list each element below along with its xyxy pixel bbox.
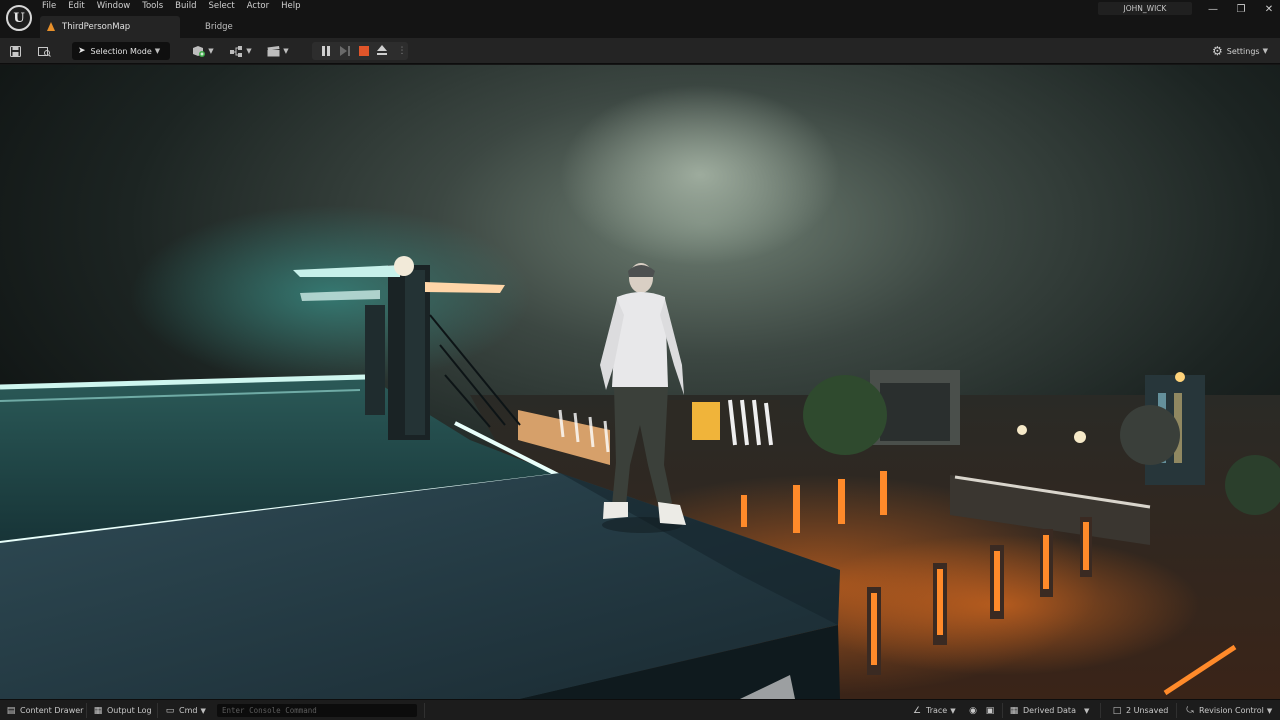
content-drawer-icon: ▤ xyxy=(6,705,16,716)
cmd-dropdown[interactable]: ▭ Cmd ▼ xyxy=(165,704,206,717)
record-icon: ◉ xyxy=(969,705,977,716)
menu-actor[interactable]: Actor xyxy=(241,0,275,14)
blueprint-nodes-icon xyxy=(230,45,243,57)
level-map-icon xyxy=(46,22,56,32)
pause-icon[interactable] xyxy=(320,45,332,57)
menu-file[interactable]: File xyxy=(36,0,62,14)
menu-build[interactable]: Build xyxy=(169,0,202,14)
viewport-scene xyxy=(0,65,1280,699)
save-icon xyxy=(9,45,21,57)
console-input[interactable] xyxy=(217,704,417,717)
restore-window-button[interactable]: ❐ xyxy=(1226,0,1256,18)
screenshot-button[interactable]: ▣ xyxy=(985,704,999,717)
output-log-icon: ▦ xyxy=(93,705,103,716)
chevron-down-icon: ▼ xyxy=(208,47,214,55)
close-window-button[interactable]: ✕ xyxy=(1254,0,1280,18)
unsaved-label: 2 Unsaved xyxy=(1126,706,1169,715)
menu-select[interactable]: Select xyxy=(203,0,241,14)
blueprints-button[interactable]: ▼ xyxy=(228,43,254,59)
unreal-logo-icon[interactable]: U xyxy=(6,5,32,31)
camera-icon: ▣ xyxy=(985,705,995,716)
title-bar: U File Edit Window Tools Build Select Ac… xyxy=(0,0,1280,38)
derived-data-dropdown[interactable]: ▦ Derived Data ▼ xyxy=(1009,704,1090,717)
trace-icon: ∠ xyxy=(912,705,922,716)
output-log-button[interactable]: ▦ Output Log xyxy=(93,704,152,717)
revision-control-icon: ⤿ xyxy=(1186,705,1194,716)
main-menu: File Edit Window Tools Build Select Acto… xyxy=(36,0,307,14)
play-controls: ⋮ xyxy=(312,42,408,60)
add-actor-button[interactable]: ▼ xyxy=(190,43,216,59)
minimize-icon: — xyxy=(1208,3,1218,15)
output-log-label: Output Log xyxy=(107,706,152,715)
close-icon: ✕ xyxy=(1264,3,1274,15)
cursor-arrow-icon: ➤ xyxy=(78,46,86,56)
derived-data-icon: ▦ xyxy=(1009,705,1019,716)
selection-mode-dropdown[interactable]: ➤ Selection Mode ▼ xyxy=(72,42,170,60)
record-button[interactable]: ◉ xyxy=(968,704,982,717)
mode-label: Selection Mode xyxy=(90,46,152,56)
console-command-field[interactable] xyxy=(217,704,417,717)
chevron-down-icon: ▼ xyxy=(154,47,161,55)
tab-label: ThirdPersonMap xyxy=(62,22,131,32)
chevron-down-icon: ▼ xyxy=(1083,706,1090,715)
chevron-down-icon: ▼ xyxy=(246,47,252,55)
save-button[interactable] xyxy=(8,43,22,59)
tab-bridge[interactable]: Bridge xyxy=(196,16,233,38)
menu-edit[interactable]: Edit xyxy=(62,0,90,14)
divider xyxy=(1176,703,1177,718)
restore-icon: ❐ xyxy=(1236,3,1246,15)
trace-label: Trace xyxy=(926,706,948,715)
divider xyxy=(1002,703,1003,718)
menu-help[interactable]: Help xyxy=(275,0,306,14)
menu-tools[interactable]: Tools xyxy=(136,0,169,14)
divider xyxy=(157,703,158,718)
chevron-down-icon: ▼ xyxy=(1266,706,1273,715)
clapperboard-icon xyxy=(267,45,280,56)
unsaved-file-icon: □ xyxy=(1112,705,1122,716)
add-cube-icon xyxy=(193,46,206,57)
stop-icon[interactable] xyxy=(358,45,370,57)
level-viewport[interactable] xyxy=(0,65,1280,699)
content-drawer-button[interactable]: ▤ Content Drawer xyxy=(6,704,84,717)
content-browser-icon xyxy=(37,46,51,57)
tab-third-person-map[interactable]: ThirdPersonMap xyxy=(40,16,180,38)
chevron-down-icon: ▼ xyxy=(1262,47,1268,55)
chevron-down-icon: ▼ xyxy=(200,706,206,715)
revision-control-label: Revision Control xyxy=(1199,706,1264,715)
content-drawer-label: Content Drawer xyxy=(20,706,84,715)
status-bar: ▤ Content Drawer ▦ Output Log ▭ Cmd ▼ ∠ … xyxy=(0,699,1280,720)
settings-label: Settings xyxy=(1226,46,1260,56)
minimize-window-button[interactable]: — xyxy=(1198,0,1228,18)
settings-button[interactable]: ⚙ Settings ▼ xyxy=(1212,43,1268,59)
cinematics-button[interactable]: ▼ xyxy=(265,43,291,59)
revision-control-button[interactable]: ⤿ Revision Control ▼ xyxy=(1185,704,1272,717)
eject-icon[interactable] xyxy=(376,45,388,57)
chevron-down-icon: ▼ xyxy=(283,47,289,55)
chevron-down-icon: ▼ xyxy=(950,706,956,715)
gear-icon: ⚙ xyxy=(1212,44,1223,58)
cmd-label: Cmd xyxy=(179,706,198,715)
divider xyxy=(86,703,87,718)
user-name-badge[interactable]: JOHN_WICK xyxy=(1098,2,1192,15)
trace-dropdown[interactable]: ∠ Trace ▼ xyxy=(912,704,956,717)
unsaved-changes-button[interactable]: □ 2 Unsaved xyxy=(1112,704,1169,717)
terminal-icon: ▭ xyxy=(165,705,175,716)
divider xyxy=(1100,703,1101,718)
frame-skip-icon[interactable] xyxy=(339,45,351,57)
browse-content-button[interactable] xyxy=(36,43,52,59)
tab-label: Bridge xyxy=(205,22,233,32)
main-toolbar: ➤ Selection Mode ▼ ▼ ▼ ▼ ⋮ ⚙ Settings ▼ xyxy=(0,38,1280,64)
derived-data-label: Derived Data xyxy=(1023,706,1076,715)
more-options-icon[interactable]: ⋮ xyxy=(396,45,408,57)
divider xyxy=(424,703,425,718)
menu-window[interactable]: Window xyxy=(91,0,137,14)
